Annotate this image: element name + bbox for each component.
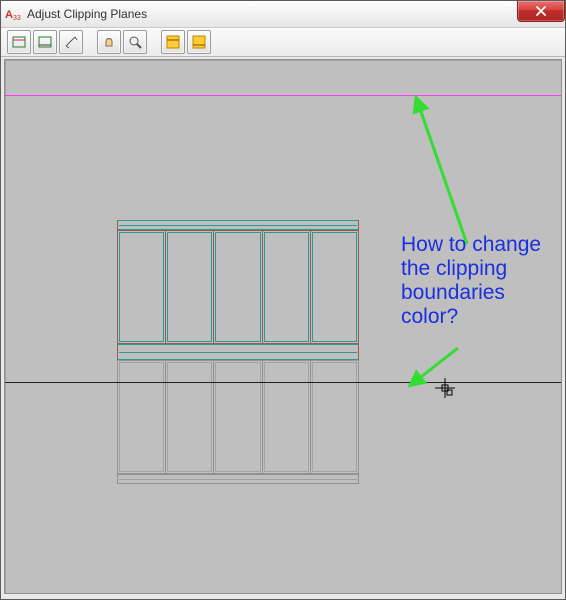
adjust-back-clip-button[interactable] [33, 30, 57, 54]
cursor-icon [435, 378, 455, 398]
annotation-arrow-top [405, 94, 485, 254]
adjust-front-clip-button[interactable] [7, 30, 31, 54]
window: A 33 Adjust Clipping Planes [0, 0, 566, 600]
adjust-back-clip-icon [37, 34, 53, 50]
zoom-icon [127, 34, 143, 50]
front-clip-on-icon [165, 34, 181, 50]
annotation-arrow-bottom [403, 342, 473, 392]
toolbar-separator [149, 31, 159, 53]
toolbar-separator [85, 31, 95, 53]
back-clip-on-icon [191, 34, 207, 50]
front-clipping-plane-line[interactable] [5, 95, 561, 96]
zoom-button[interactable] [123, 30, 147, 54]
viewport[interactable]: How to change the clipping boundaries co… [4, 59, 562, 594]
close-button[interactable] [517, 1, 565, 22]
adjust-front-clip-icon [11, 34, 27, 50]
slice-button[interactable] [59, 30, 83, 54]
back-clipping-plane-line[interactable] [5, 382, 561, 383]
window-title: Adjust Clipping Planes [27, 7, 147, 21]
svg-text:33: 33 [13, 15, 21, 22]
back-clip-on-button[interactable] [187, 30, 211, 54]
model-geometry [117, 220, 359, 484]
pan-button[interactable] [97, 30, 121, 54]
title-bar: A 33 Adjust Clipping Planes [1, 1, 565, 28]
slice-icon [63, 34, 79, 50]
toolbar [1, 28, 565, 57]
svg-text:A: A [5, 9, 13, 21]
front-clip-on-button[interactable] [161, 30, 185, 54]
pan-icon [101, 34, 117, 50]
annotation-text: How to change the clipping boundaries co… [401, 233, 541, 329]
app-icon: A 33 [5, 6, 21, 22]
